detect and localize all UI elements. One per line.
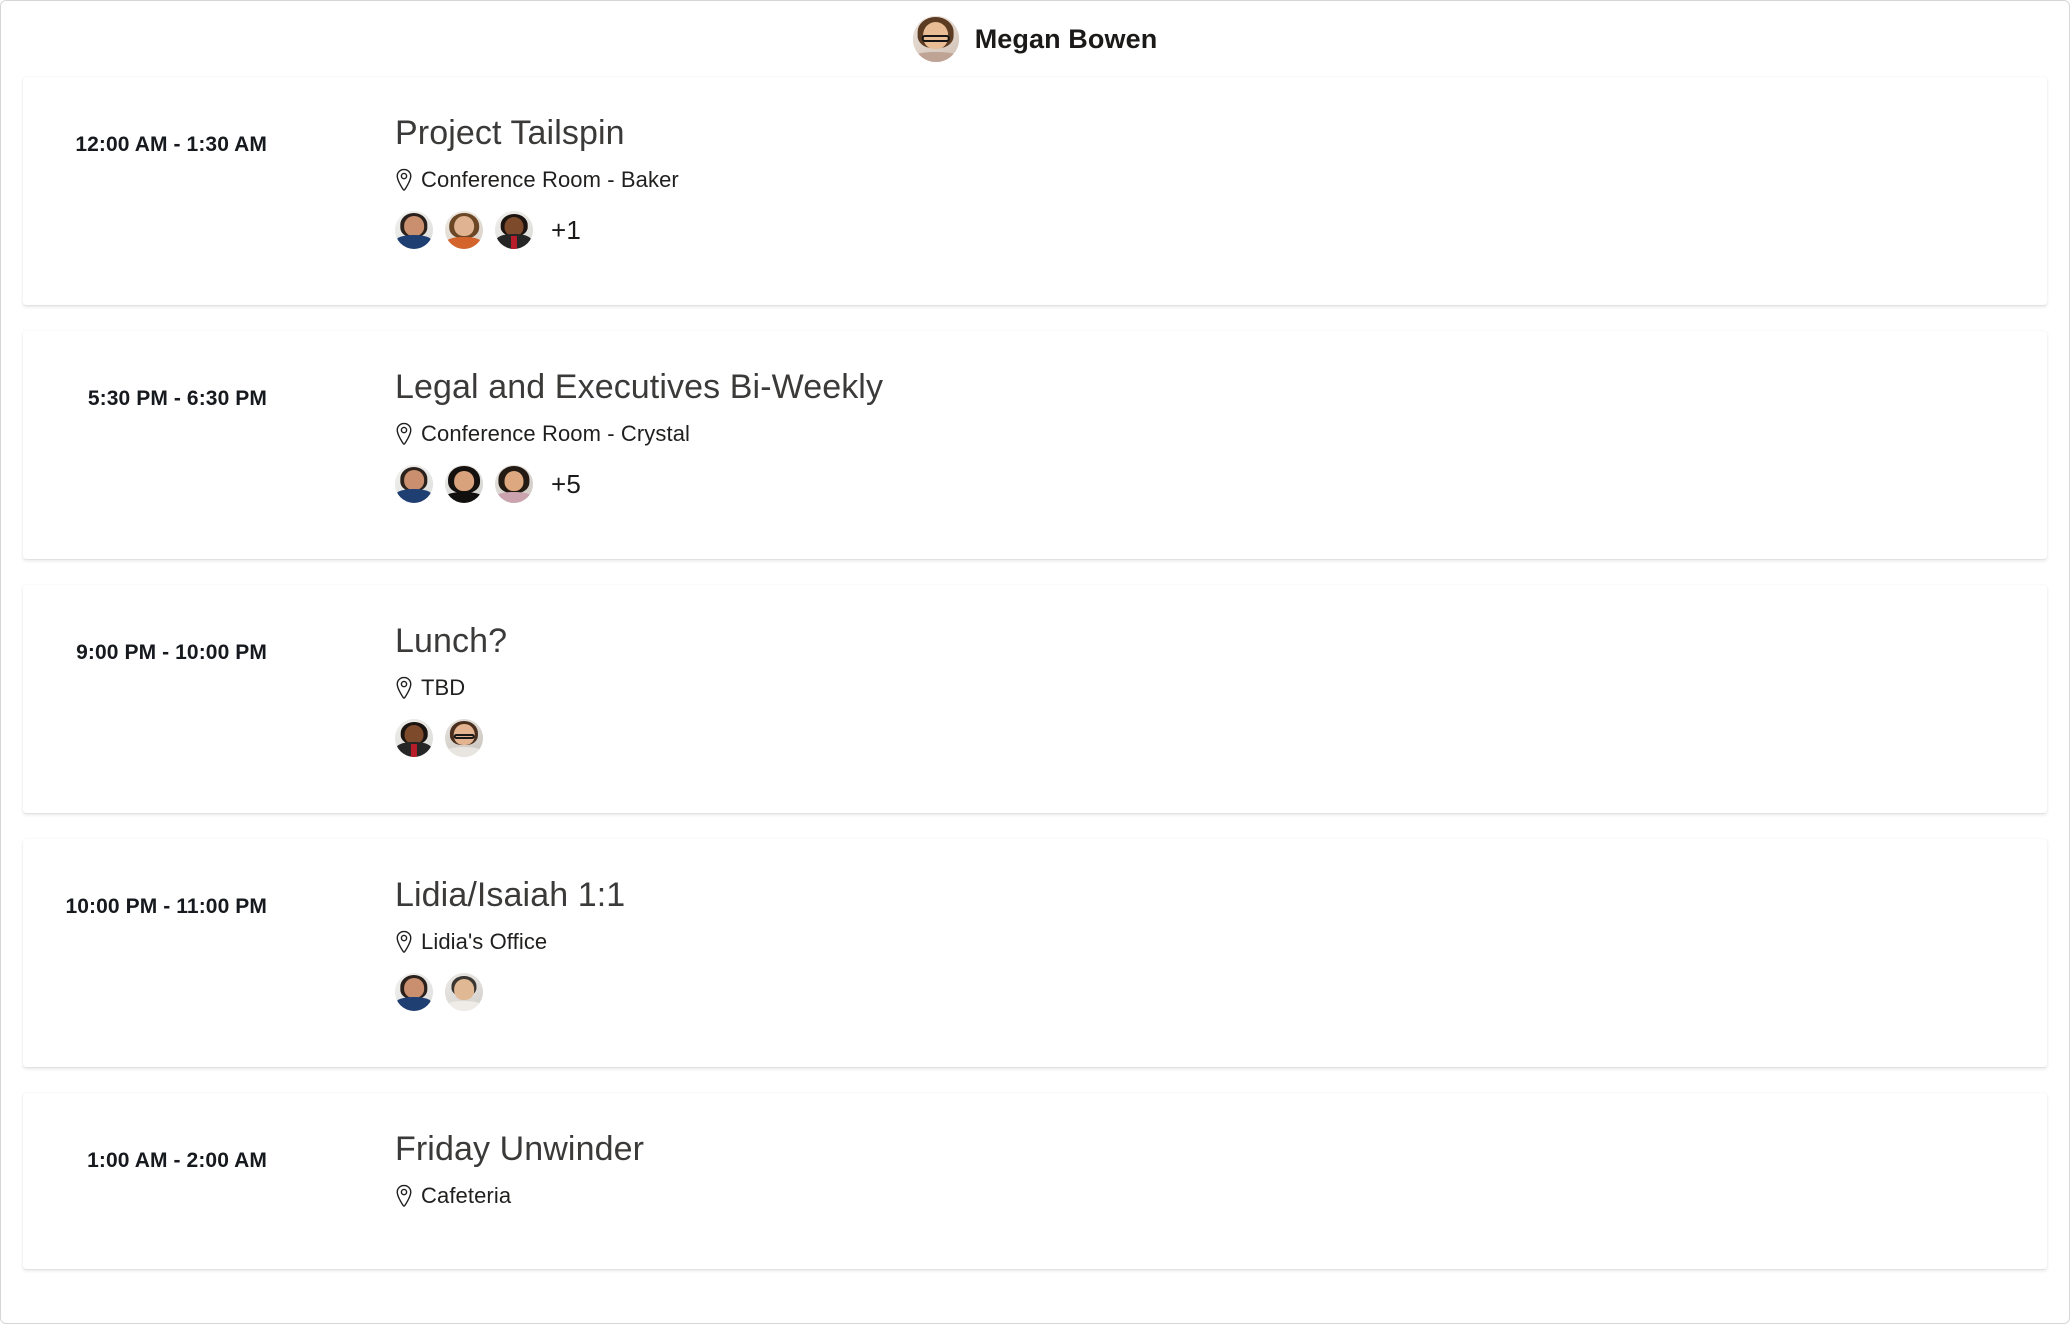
event-time: 5:30 PM - 6:30 PM xyxy=(87,387,267,410)
attendee-avatar[interactable] xyxy=(395,465,433,504)
attendee-overflow-count: +1 xyxy=(551,214,582,245)
event-location-row: Lidia's Office xyxy=(395,929,2047,955)
event-detail-column: Lunch? TBD xyxy=(285,621,2047,759)
calendar-agenda-app: Megan Bowen 12:00 AM - 1:30 AM Project T… xyxy=(0,0,2070,1324)
event-location: TBD xyxy=(421,675,466,701)
attendee-avatar[interactable] xyxy=(495,211,533,250)
event-time: 12:00 AM - 1:30 AM xyxy=(75,133,267,156)
event-detail-column: Legal and Executives Bi-Weekly Conferenc… xyxy=(285,367,2047,505)
location-pin-icon xyxy=(396,1184,412,1207)
event-attendees[interactable] xyxy=(395,717,2047,759)
event-location: Conference Room - Baker xyxy=(421,167,679,193)
attendee-avatar[interactable] xyxy=(395,973,433,1012)
event-title[interactable]: Friday Unwinder xyxy=(395,1129,2047,1169)
location-pin-icon xyxy=(396,168,412,191)
event-location: Cafeteria xyxy=(421,1183,512,1209)
location-pin-icon xyxy=(396,930,412,953)
event-card[interactable]: 5:30 PM - 6:30 PM Legal and Executives B… xyxy=(23,331,2047,559)
location-pin-icon xyxy=(396,422,412,445)
event-time-column: 5:30 PM - 6:30 PM xyxy=(23,367,285,411)
attendee-overflow-count: +5 xyxy=(551,468,582,499)
event-location: Conference Room - Crystal xyxy=(421,421,691,447)
attendee-avatar[interactable] xyxy=(395,211,433,250)
user-identity-chip[interactable]: Megan Bowen xyxy=(912,16,1158,62)
event-location: Lidia's Office xyxy=(421,929,548,955)
event-title[interactable]: Lunch? xyxy=(395,621,2047,661)
event-time-column: 1:00 AM - 2:00 AM xyxy=(23,1129,285,1173)
attendee-avatar[interactable] xyxy=(395,719,433,758)
event-location-row: Conference Room - Baker xyxy=(395,167,2047,193)
event-attendees[interactable]: +5 xyxy=(395,463,2047,505)
event-card[interactable]: 9:00 PM - 10:00 PM Lunch? TBD xyxy=(23,585,2047,813)
location-pin-icon xyxy=(396,676,412,699)
event-time: 10:00 PM - 11:00 PM xyxy=(65,895,267,918)
event-time: 9:00 PM - 10:00 PM xyxy=(76,641,267,664)
event-location-row: Conference Room - Crystal xyxy=(395,421,2047,447)
event-detail-column: Friday Unwinder Cafeteria xyxy=(285,1129,2047,1225)
event-card[interactable]: 10:00 PM - 11:00 PM Lidia/Isaiah 1:1 Lid… xyxy=(23,839,2047,1067)
attendee-avatar[interactable] xyxy=(495,465,533,504)
attendee-avatar[interactable] xyxy=(445,211,483,250)
event-attendees[interactable]: +1 xyxy=(395,209,2047,251)
event-time-column: 10:00 PM - 11:00 PM xyxy=(23,875,285,919)
event-card[interactable]: 1:00 AM - 2:00 AM Friday Unwinder Cafete… xyxy=(23,1093,2047,1270)
event-title[interactable]: Lidia/Isaiah 1:1 xyxy=(395,875,2047,915)
event-time: 1:00 AM - 2:00 AM xyxy=(87,1149,267,1172)
attendee-avatar[interactable] xyxy=(445,465,483,504)
megan-bowen-avatar[interactable] xyxy=(912,16,959,62)
event-location-row: TBD xyxy=(395,675,2047,701)
user-name-label: Megan Bowen xyxy=(974,23,1158,54)
event-detail-column: Lidia/Isaiah 1:1 Lidia's Office xyxy=(285,875,2047,1013)
attendee-avatar[interactable] xyxy=(445,719,483,758)
event-card[interactable]: 12:00 AM - 1:30 AM Project Tailspin Conf… xyxy=(23,77,2047,305)
app-header: Megan Bowen xyxy=(1,1,2069,77)
event-attendees[interactable] xyxy=(395,971,2047,1013)
attendee-avatar[interactable] xyxy=(445,973,483,1012)
event-detail-column: Project Tailspin Conference Room - Baker xyxy=(285,113,2047,251)
event-time-column: 12:00 AM - 1:30 AM xyxy=(23,113,285,157)
events-list: 12:00 AM - 1:30 AM Project Tailspin Conf… xyxy=(1,77,2069,1270)
event-time-column: 9:00 PM - 10:00 PM xyxy=(23,621,285,665)
event-location-row: Cafeteria xyxy=(395,1183,2047,1209)
event-title[interactable]: Project Tailspin xyxy=(395,113,2047,153)
event-title[interactable]: Legal and Executives Bi-Weekly xyxy=(395,367,2047,407)
